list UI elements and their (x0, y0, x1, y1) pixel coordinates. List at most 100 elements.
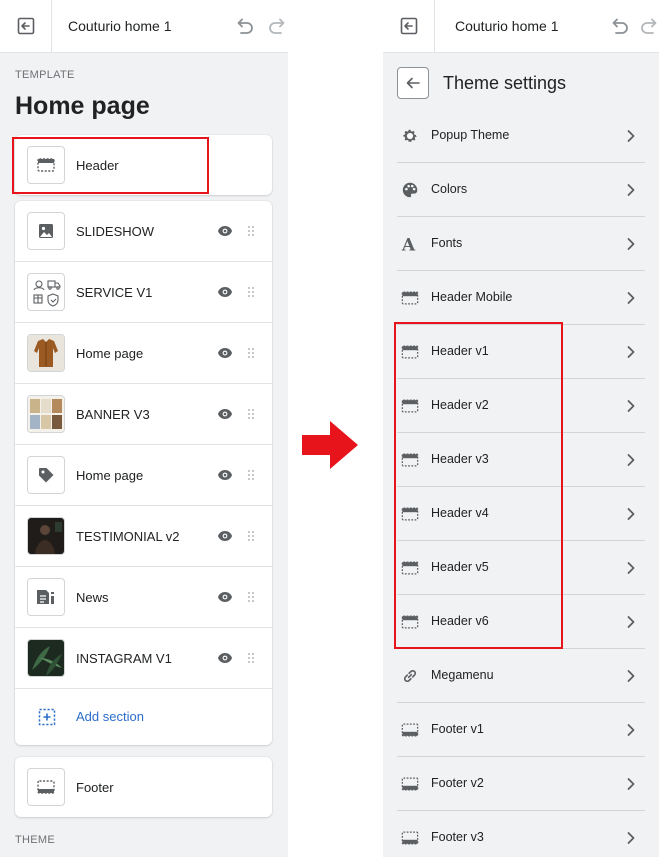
drag-handle-icon[interactable] (247, 225, 255, 237)
chevron-right-icon (626, 237, 636, 251)
eye-icon[interactable] (216, 283, 234, 301)
image-icon (27, 212, 65, 250)
footer-layout-icon (401, 829, 419, 847)
setting-item-footer-v1[interactable]: Footer v1 (397, 703, 645, 757)
setting-item-header-mobile[interactable]: Header Mobile (397, 271, 645, 325)
chevron-right-icon (626, 129, 636, 143)
drag-handle-icon[interactable] (247, 408, 255, 420)
header-layout-icon (401, 289, 419, 307)
exit-icon (17, 17, 34, 35)
palette-icon (401, 181, 419, 199)
arrow-left-icon (406, 77, 420, 89)
section-label: Home page (76, 346, 144, 361)
editor-topbar: Couturio home 1 (383, 0, 659, 53)
eye-icon[interactable] (216, 649, 234, 667)
chevron-right-icon (626, 453, 636, 467)
section-label: INSTAGRAM V1 (76, 651, 172, 666)
add-section-icon (37, 707, 57, 727)
theme-name: Couturio home 1 (68, 18, 172, 34)
undo-button[interactable] (231, 13, 257, 39)
back-button[interactable] (397, 67, 429, 99)
svg-text:A: A (401, 235, 416, 254)
undo-button[interactable] (606, 13, 632, 39)
drag-handle-icon[interactable] (247, 652, 255, 664)
setting-item-label: Footer v3 (431, 830, 484, 844)
section-label: News (76, 590, 109, 605)
chevron-right-icon (626, 561, 636, 575)
template-label: TEMPLATE (15, 69, 75, 81)
chevron-right-icon (626, 777, 636, 791)
setting-item-label: Header Mobile (431, 290, 513, 304)
header-versions-highlight-box (394, 322, 563, 649)
add-section-button[interactable]: Add section (15, 689, 272, 745)
eye-icon[interactable] (216, 344, 234, 362)
chevron-right-icon (626, 723, 636, 737)
right-arrow-icon (302, 421, 358, 469)
section-row-service[interactable]: SERVICE V1 (15, 262, 272, 322)
eye-icon[interactable] (216, 588, 234, 606)
section-row-instagram[interactable]: INSTAGRAM V1 (15, 628, 272, 688)
drag-handle-icon[interactable] (247, 286, 255, 298)
chevron-right-icon (626, 669, 636, 683)
sections-card: SLIDESHOW SERVICE V1 Home page BANNER V3… (15, 201, 272, 745)
header-highlight-box (12, 137, 209, 194)
section-label: Home page (76, 468, 144, 483)
chevron-right-icon (626, 345, 636, 359)
eye-icon[interactable] (216, 222, 234, 240)
instagram-thumbnail (27, 639, 65, 677)
eye-icon[interactable] (216, 527, 234, 545)
section-row-slideshow[interactable]: SLIDESHOW (15, 201, 272, 261)
font-icon: A (401, 235, 419, 254)
settings-title: Theme settings (443, 73, 567, 93)
setting-item-footer-v2[interactable]: Footer v2 (397, 757, 645, 811)
setting-item-label: Colors (431, 182, 468, 196)
chevron-right-icon (626, 183, 636, 197)
setting-item-label: Footer v1 (431, 722, 484, 736)
chevron-right-icon (626, 615, 636, 629)
section-row-news[interactable]: News (15, 567, 272, 627)
footer-section-label: Footer (76, 780, 114, 795)
section-label: BANNER V3 (76, 407, 150, 422)
section-row-banner[interactable]: BANNER V3 (15, 384, 272, 444)
link-icon (401, 667, 419, 685)
service-thumbnail (27, 273, 65, 311)
undo-icon (237, 18, 253, 34)
footer-layout-icon (27, 768, 65, 806)
section-row-testimonial[interactable]: TESTIMONIAL v2 (15, 506, 272, 566)
drag-handle-icon[interactable] (247, 530, 255, 542)
setting-item-label: Footer v2 (431, 776, 484, 790)
setting-item-megamenu[interactable]: Megamenu (397, 649, 645, 703)
drag-handle-icon[interactable] (247, 591, 255, 603)
section-row-home-page-1[interactable]: Home page (15, 323, 272, 383)
exit-icon (400, 17, 417, 35)
setting-item-footer-v3[interactable]: Footer v3 (397, 811, 645, 857)
chevron-right-icon (626, 507, 636, 521)
setting-item-label: Megamenu (431, 668, 494, 682)
footer-section-row[interactable]: Footer (15, 757, 272, 817)
eye-icon[interactable] (216, 405, 234, 423)
theme-label: THEME (15, 834, 55, 846)
footer-layout-icon (401, 775, 419, 793)
editor-topbar: Couturio home 1 (0, 0, 288, 53)
drag-handle-icon[interactable] (247, 347, 255, 359)
redo-button[interactable] (265, 13, 288, 39)
setting-item-popup-theme[interactable]: Popup Theme (397, 109, 645, 163)
theme-settings-panel: Couturio home 1 Theme settings Popup The… (383, 0, 659, 857)
setting-item-label: Popup Theme (431, 128, 510, 142)
eye-icon[interactable] (216, 466, 234, 484)
redo-button[interactable] (637, 13, 659, 39)
tag-icon (27, 456, 65, 494)
chevron-right-icon (626, 831, 636, 845)
drag-handle-icon[interactable] (247, 469, 255, 481)
exit-button[interactable] (383, 0, 435, 52)
section-label: TESTIMONIAL v2 (76, 529, 180, 544)
footer-layout-icon (401, 721, 419, 739)
section-row-home-page-2[interactable]: Home page (15, 445, 272, 505)
setting-item-colors[interactable]: Colors (397, 163, 645, 217)
theme-name: Couturio home 1 (455, 18, 559, 34)
redo-icon (269, 18, 285, 34)
exit-button[interactable] (0, 0, 52, 52)
section-label: SERVICE V1 (76, 285, 153, 300)
setting-item-fonts[interactable]: A Fonts (397, 217, 645, 271)
setting-item-label: Fonts (431, 236, 463, 250)
